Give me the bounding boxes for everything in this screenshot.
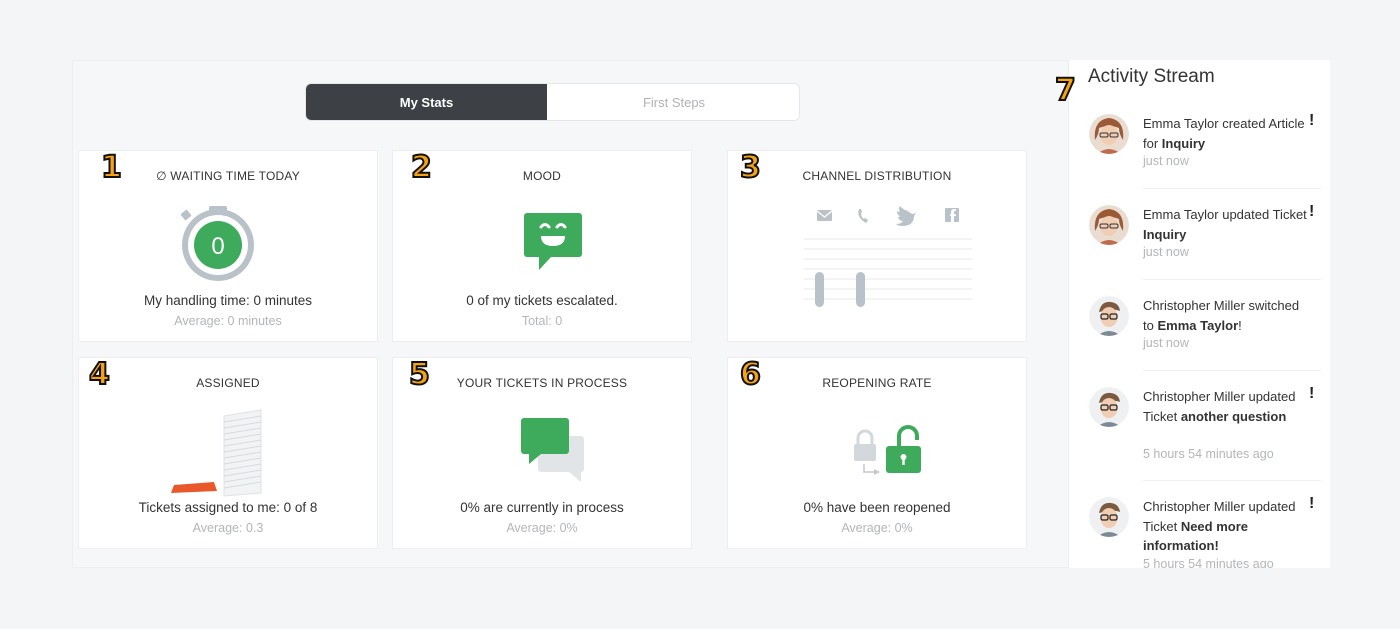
activity-time: just now xyxy=(1143,245,1189,259)
channel-distribution-card: 3 CHANNEL DISTRIBUTION xyxy=(727,150,1027,342)
avatar-emma-taylor[interactable] xyxy=(1089,205,1129,245)
activity-text: Emma Taylor updated Ticket Inquiry xyxy=(1143,207,1307,242)
twitter-icon xyxy=(896,206,916,226)
unread-indicator: ! xyxy=(1309,112,1315,129)
stopwatch-value: 0 xyxy=(211,233,224,260)
activity-time: 5 hours 54 minutes ago xyxy=(1143,557,1274,568)
activity-link[interactable]: Inquiry xyxy=(1162,136,1205,151)
activity-time: 5 hours 54 minutes ago xyxy=(1143,447,1274,461)
card-main-text: 0 of my tickets escalated. xyxy=(466,293,618,308)
divider xyxy=(1143,480,1321,481)
email-icon xyxy=(816,210,833,221)
card-sub-text: Total: 0 xyxy=(521,314,563,328)
divider xyxy=(1143,279,1321,280)
card-sub-text: Average: 0% xyxy=(841,521,913,535)
activity-link[interactable]: Emma Taylor xyxy=(1157,318,1238,333)
stopwatch-icon: 0 xyxy=(180,206,254,281)
reopening-rate-card: 6 REOPENING RATE 0% have been reopened A… xyxy=(727,357,1027,549)
activity-text: Christopher Miller updated Ticket anothe… xyxy=(1143,389,1296,424)
activity-time: just now xyxy=(1143,154,1189,168)
activity-link[interactable]: Inquiry xyxy=(1143,227,1186,242)
activity-text: Christopher Miller switched to Emma Tayl… xyxy=(1143,298,1300,333)
activity-text: Christopher Miller updated Ticket Need m… xyxy=(1143,499,1296,553)
card-main-text: 0% are currently in process xyxy=(460,500,624,515)
dashboard-tabs: My Stats First Steps xyxy=(305,83,800,121)
card-sub-text: Average: 0.3 xyxy=(192,521,264,535)
waiting-time-card: 1 ∅ WAITING TIME TODAY 0 My handling tim… xyxy=(78,150,378,342)
tab-first-steps[interactable]: First Steps xyxy=(547,84,799,120)
avatar-christopher-miller[interactable] xyxy=(1089,387,1129,427)
card-sub-text: Average: 0 minutes xyxy=(174,314,282,328)
activity-text: Emma Taylor created Article for Inquiry xyxy=(1143,116,1305,151)
divider xyxy=(1143,188,1321,189)
annotation-badge: 7 xyxy=(1054,73,1077,108)
activity-stream-title: Activity Stream xyxy=(1088,66,1215,87)
activity-link[interactable]: another question xyxy=(1181,409,1286,424)
channel-chart xyxy=(804,206,972,307)
unread-indicator: ! xyxy=(1309,495,1315,512)
facebook-icon xyxy=(945,208,959,222)
unread-indicator: ! xyxy=(1309,385,1315,402)
ticket-stack-icon xyxy=(171,409,262,497)
tickets-in-process-card: 5 YOUR TICKETS IN PROCESS 0% are current… xyxy=(392,357,692,549)
avatar-christopher-miller[interactable] xyxy=(1089,497,1129,537)
padlock-icon xyxy=(854,425,921,475)
unread-indicator: ! xyxy=(1309,203,1315,220)
mood-face-icon xyxy=(524,213,582,270)
divider xyxy=(1143,370,1321,371)
assigned-card: 4 ASSIGNED Tickets assigned to me: 0 of … xyxy=(78,357,378,549)
chat-bubbles-icon xyxy=(521,418,584,482)
card-main-text: 0% have been reopened xyxy=(803,500,951,515)
phone-icon xyxy=(858,209,868,223)
mood-card: 2 MOOD 0 of my tickets escalated. Total:… xyxy=(392,150,692,342)
avatar-christopher-miller[interactable] xyxy=(1089,296,1129,336)
card-main-text: My handling time: 0 minutes xyxy=(143,293,313,308)
avatar-emma-taylor[interactable] xyxy=(1089,114,1129,154)
card-sub-text: Average: 0% xyxy=(506,521,578,535)
tab-my-stats[interactable]: My Stats xyxy=(306,84,547,120)
activity-time: just now xyxy=(1143,336,1189,350)
card-main-text: Tickets assigned to me: 0 of 8 xyxy=(138,500,318,515)
activity-stream: Activity Stream Emma Taylor created Arti… xyxy=(1068,60,1330,568)
